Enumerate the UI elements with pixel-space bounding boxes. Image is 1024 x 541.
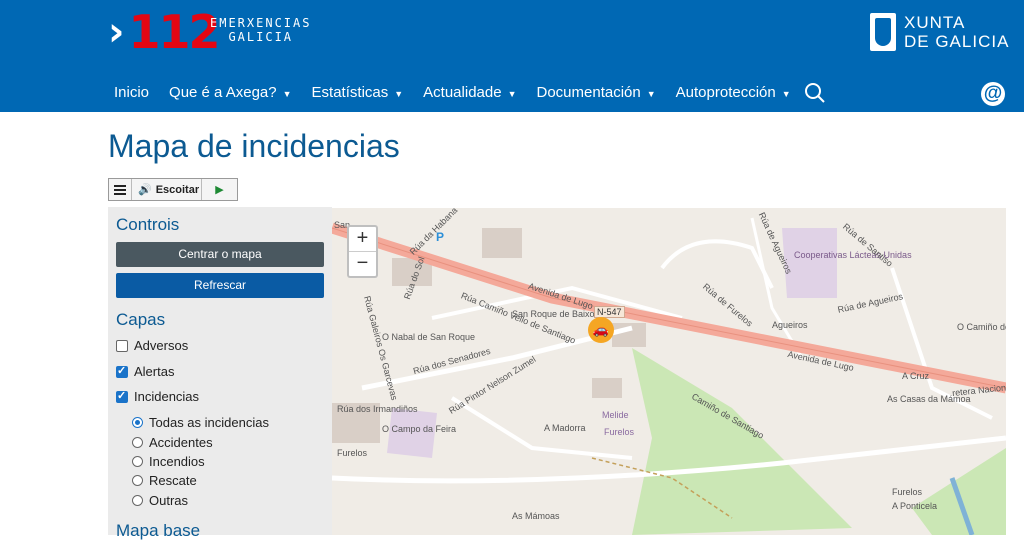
layer-label: Adversos [134, 338, 189, 353]
filter-rescate-radio[interactable]: Rescate [132, 473, 197, 488]
street [660, 239, 774, 289]
map-label: Furelos [604, 427, 635, 437]
basemap-heading: Mapa base [116, 521, 201, 540]
logo-112[interactable]: › 112 [108, 5, 221, 59]
nav-item-que-e-axega[interactable]: Que é a Axega? ▼ [169, 84, 292, 101]
map-label: A Cruz [902, 371, 930, 381]
logo-number: 112 [128, 5, 220, 59]
logo-line-1: EMERXENCIAS [210, 16, 312, 30]
map-label: A Madorra [544, 423, 586, 433]
caret-down-icon: ▼ [646, 89, 656, 99]
caret-down-icon: ▼ [394, 89, 404, 99]
page-title: Mapa de incidencias [108, 128, 400, 164]
zoom-in-button[interactable]: + [349, 227, 376, 252]
nav-label: Inicio [114, 84, 150, 101]
map-label: Cooperativas Lácteas Unidas [794, 250, 912, 260]
map-label: As Casas da Mámoa [887, 394, 971, 404]
nav-label: Que é a Axega? [169, 84, 277, 101]
nav-item-autoproteccion[interactable]: Autoprotección ▼ [676, 84, 791, 101]
xunta-line-2: DE GALICIA [904, 32, 1010, 51]
layer-label: Incidencias [134, 389, 200, 404]
center-map-button[interactable]: Centrar o mapa [116, 242, 324, 267]
at-icon[interactable]: @ [981, 82, 1005, 106]
logo-line-2: GALICIA [228, 30, 294, 44]
nav-item-documentacion[interactable]: Documentación ▼ [537, 84, 656, 101]
caret-down-icon: ▼ [282, 89, 292, 99]
building [482, 228, 522, 258]
park-area [632, 348, 852, 535]
zoom-control: + − [347, 225, 378, 278]
layer-incidencias-checkbox[interactable]: Incidencias [116, 389, 199, 404]
map-label: P [436, 230, 445, 244]
play-icon[interactable]: ▶ [202, 179, 237, 200]
zoom-out-button[interactable]: − [349, 252, 376, 276]
speaker-icon: 🔊 [138, 184, 152, 196]
map-label: O Nabal de San Roque [382, 332, 476, 342]
menu-icon[interactable] [109, 179, 132, 200]
map-label: O Campo da Feira [382, 424, 457, 434]
main-nav: Inicio Que é a Axega? ▼ Estatísticas ▼ Act… [114, 84, 811, 101]
caret-down-icon: ▼ [781, 89, 791, 99]
xunta-emblem-icon [870, 13, 896, 51]
nav-label: Estatísticas [311, 84, 389, 101]
map-label: As Mámoas [512, 511, 560, 521]
nav-item-estatisticas[interactable]: Estatísticas ▼ [312, 84, 404, 101]
nav-label: Documentación [536, 84, 641, 101]
controls-heading: Controis [116, 215, 180, 234]
layers-heading: Capas [116, 310, 166, 329]
site-header: › 112 EMERXENCIAS GALICIA XUNTA DE GALIC… [0, 0, 1024, 112]
map-sidebar: Controis Centrar o mapa Refrescar Capas … [108, 207, 332, 540]
listen-label: Escoitar [155, 183, 200, 196]
nav-item-actualidade[interactable]: Actualidade ▼ [423, 84, 516, 101]
xunta-line-1: XUNTA [904, 13, 966, 32]
filter-label: Outras [149, 493, 189, 508]
logo-text: EMERXENCIAS GALICIA [210, 16, 311, 44]
filter-label: Incendios [149, 454, 205, 469]
layer-label: Alertas [134, 364, 175, 379]
layer-alertas-checkbox[interactable]: Alertas [116, 364, 174, 379]
map-label: A Ponticela [892, 501, 938, 511]
map-label: Agueiros [772, 320, 808, 330]
building [592, 378, 622, 398]
filter-accidentes-radio[interactable]: Accidentes [132, 435, 213, 450]
nav-label: Autoprotección [675, 84, 776, 101]
filter-label: Todas as incidencias [149, 415, 269, 430]
nav-label: Actualidade [423, 84, 502, 101]
map-label: Rúa dos Irmandiños [337, 404, 418, 414]
map-label: Furelos [892, 487, 923, 497]
filter-label: Rescate [149, 473, 197, 488]
map-label: Melide [602, 410, 629, 420]
nav-item-inicio[interactable]: Inicio [114, 84, 149, 101]
layer-adversos-checkbox[interactable]: Adversos [116, 338, 188, 353]
incidents-map[interactable]: Avenida de Lugo Avenida de Lugo San Roqu… [332, 208, 1006, 535]
filter-incendios-radio[interactable]: Incendios [132, 454, 205, 469]
filter-todas-radio[interactable]: Todas as incidencias [132, 415, 269, 430]
xunta-logo[interactable]: XUNTA DE GALICIA [870, 13, 1009, 51]
read-aloud-player: 🔊 Escoitar ▶ [108, 178, 238, 201]
logo-chevron-icon: › [108, 9, 125, 55]
filter-outras-radio[interactable]: Outras [132, 493, 188, 508]
listen-button[interactable]: 🔊 Escoitar [132, 179, 202, 200]
map-label: O Camiño de Agro [957, 322, 1006, 332]
map-label: Furelos [337, 448, 368, 458]
refresh-button[interactable]: Refrescar [116, 273, 324, 298]
filter-label: Accidentes [149, 435, 213, 450]
incident-marker-icon[interactable]: 🚗 [588, 317, 614, 343]
search-icon[interactable] [804, 82, 826, 104]
caret-down-icon: ▼ [507, 89, 517, 99]
